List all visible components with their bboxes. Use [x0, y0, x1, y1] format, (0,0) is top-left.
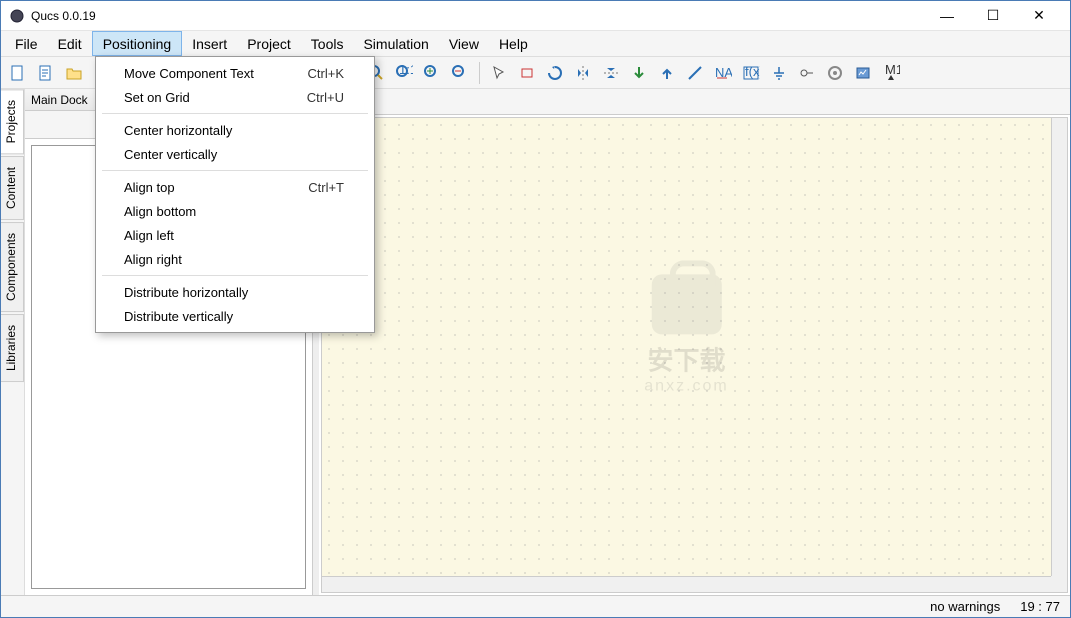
new-doc-icon[interactable]: [5, 60, 31, 86]
schematic-canvas[interactable]: 安下载 anxz.com: [322, 118, 1051, 576]
menu-edit[interactable]: Edit: [48, 31, 92, 56]
status-warnings: no warnings: [930, 599, 1000, 614]
label-icon[interactable]: NAME: [710, 60, 736, 86]
status-coords: 19 : 77: [1020, 599, 1060, 614]
window-controls: — ☐ ✕: [924, 1, 1062, 31]
canvas-area: ed ✕ 安下载 anxz.com: [319, 89, 1070, 595]
component-icon[interactable]: [514, 60, 540, 86]
document-tabs: ed ✕: [319, 89, 1070, 115]
new-text-icon[interactable]: [33, 60, 59, 86]
canvas-wrap: 安下载 anxz.com: [321, 117, 1068, 593]
menubar: FileEditPositioningInsertProjectToolsSim…: [1, 31, 1070, 57]
menu-separator: [102, 113, 368, 114]
svg-text:M1: M1: [885, 64, 900, 77]
sidetab-libraries[interactable]: Libraries: [1, 314, 24, 382]
menu-item-set-on-grid[interactable]: Set on Grid Ctrl+U: [96, 85, 374, 109]
wire-icon[interactable]: [682, 60, 708, 86]
close-button[interactable]: ✕: [1016, 1, 1062, 31]
sidetab-projects[interactable]: Projects: [1, 89, 24, 154]
menu-separator: [102, 275, 368, 276]
menu-simulation[interactable]: Simulation: [353, 31, 438, 56]
menu-project[interactable]: Project: [237, 31, 301, 56]
zoom-fit-icon[interactable]: 1:1: [391, 60, 417, 86]
menu-item-label: Align top: [124, 180, 175, 195]
window-title: Qucs 0.0.19: [31, 9, 924, 23]
rotate-icon[interactable]: [542, 60, 568, 86]
maximize-button[interactable]: ☐: [970, 1, 1016, 31]
menu-tools[interactable]: Tools: [301, 31, 354, 56]
zoom-plus-icon[interactable]: [419, 60, 445, 86]
side-tabs: ProjectsContentComponentsLibraries: [1, 89, 25, 595]
mirror-x-icon[interactable]: [598, 60, 624, 86]
menu-item-label: Distribute horizontally: [124, 285, 248, 300]
select-icon[interactable]: [486, 60, 512, 86]
positioning-menu: Move Component Text Ctrl+K Set on Grid Ctrl…: [95, 56, 375, 333]
svg-text:1:1: 1:1: [399, 64, 413, 77]
svg-text:f(x): f(x): [745, 64, 760, 79]
menu-item-label: Set on Grid: [124, 90, 190, 105]
view-data-icon[interactable]: [850, 60, 876, 86]
horizontal-scrollbar[interactable]: [322, 576, 1051, 592]
menu-item-align-right[interactable]: Align right: [96, 247, 374, 271]
menu-view[interactable]: View: [439, 31, 489, 56]
minimize-button[interactable]: —: [924, 1, 970, 31]
titlebar: Qucs 0.0.19 — ☐ ✕: [1, 1, 1070, 31]
menu-item-align-left[interactable]: Align left: [96, 223, 374, 247]
menu-item-label: Align left: [124, 228, 174, 243]
app-icon: [9, 8, 25, 24]
menu-item-label: Center horizontally: [124, 123, 232, 138]
simulate-icon[interactable]: [822, 60, 848, 86]
menu-item-center-vertically[interactable]: Center vertically: [96, 142, 374, 166]
open-icon[interactable]: [61, 60, 87, 86]
equation-icon[interactable]: f(x): [738, 60, 764, 86]
statusbar: no warnings 19 : 77: [1, 595, 1070, 617]
menu-insert[interactable]: Insert: [182, 31, 237, 56]
marker-icon[interactable]: M1: [878, 60, 904, 86]
menu-item-shortcut: Ctrl+T: [308, 180, 344, 195]
menu-item-distribute-vertically[interactable]: Distribute vertically: [96, 304, 374, 328]
move-up-icon[interactable]: [654, 60, 680, 86]
vertical-scrollbar[interactable]: [1051, 118, 1067, 576]
menu-item-align-bottom[interactable]: Align bottom: [96, 199, 374, 223]
port-icon[interactable]: [794, 60, 820, 86]
menu-separator: [102, 170, 368, 171]
menu-item-label: Move Component Text: [124, 66, 254, 81]
sidetab-components[interactable]: Components: [1, 222, 24, 312]
ground-icon[interactable]: [766, 60, 792, 86]
menu-item-label: Center vertically: [124, 147, 217, 162]
watermark: 安下载 anxz.com: [644, 274, 728, 395]
scroll-corner: [1051, 576, 1067, 592]
zoom-minus-icon[interactable]: [447, 60, 473, 86]
sidetab-content[interactable]: Content: [1, 156, 24, 220]
mirror-y-icon[interactable]: [570, 60, 596, 86]
menu-item-label: Align bottom: [124, 204, 196, 219]
menu-item-center-horizontally[interactable]: Center horizontally: [96, 118, 374, 142]
menu-item-distribute-horizontally[interactable]: Distribute horizontally: [96, 280, 374, 304]
menu-item-align-top[interactable]: Align top Ctrl+T: [96, 175, 374, 199]
menu-item-label: Align right: [124, 252, 182, 267]
menu-item-shortcut: Ctrl+K: [308, 66, 344, 81]
menu-help[interactable]: Help: [489, 31, 538, 56]
move-down-icon[interactable]: [626, 60, 652, 86]
menu-item-move-component-text[interactable]: Move Component Text Ctrl+K: [96, 61, 374, 85]
toolbar-separator: [479, 62, 480, 84]
menu-item-shortcut: Ctrl+U: [307, 90, 344, 105]
menu-positioning[interactable]: Positioning: [92, 31, 183, 56]
menu-item-label: Distribute vertically: [124, 309, 233, 324]
menu-file[interactable]: File: [5, 31, 48, 56]
